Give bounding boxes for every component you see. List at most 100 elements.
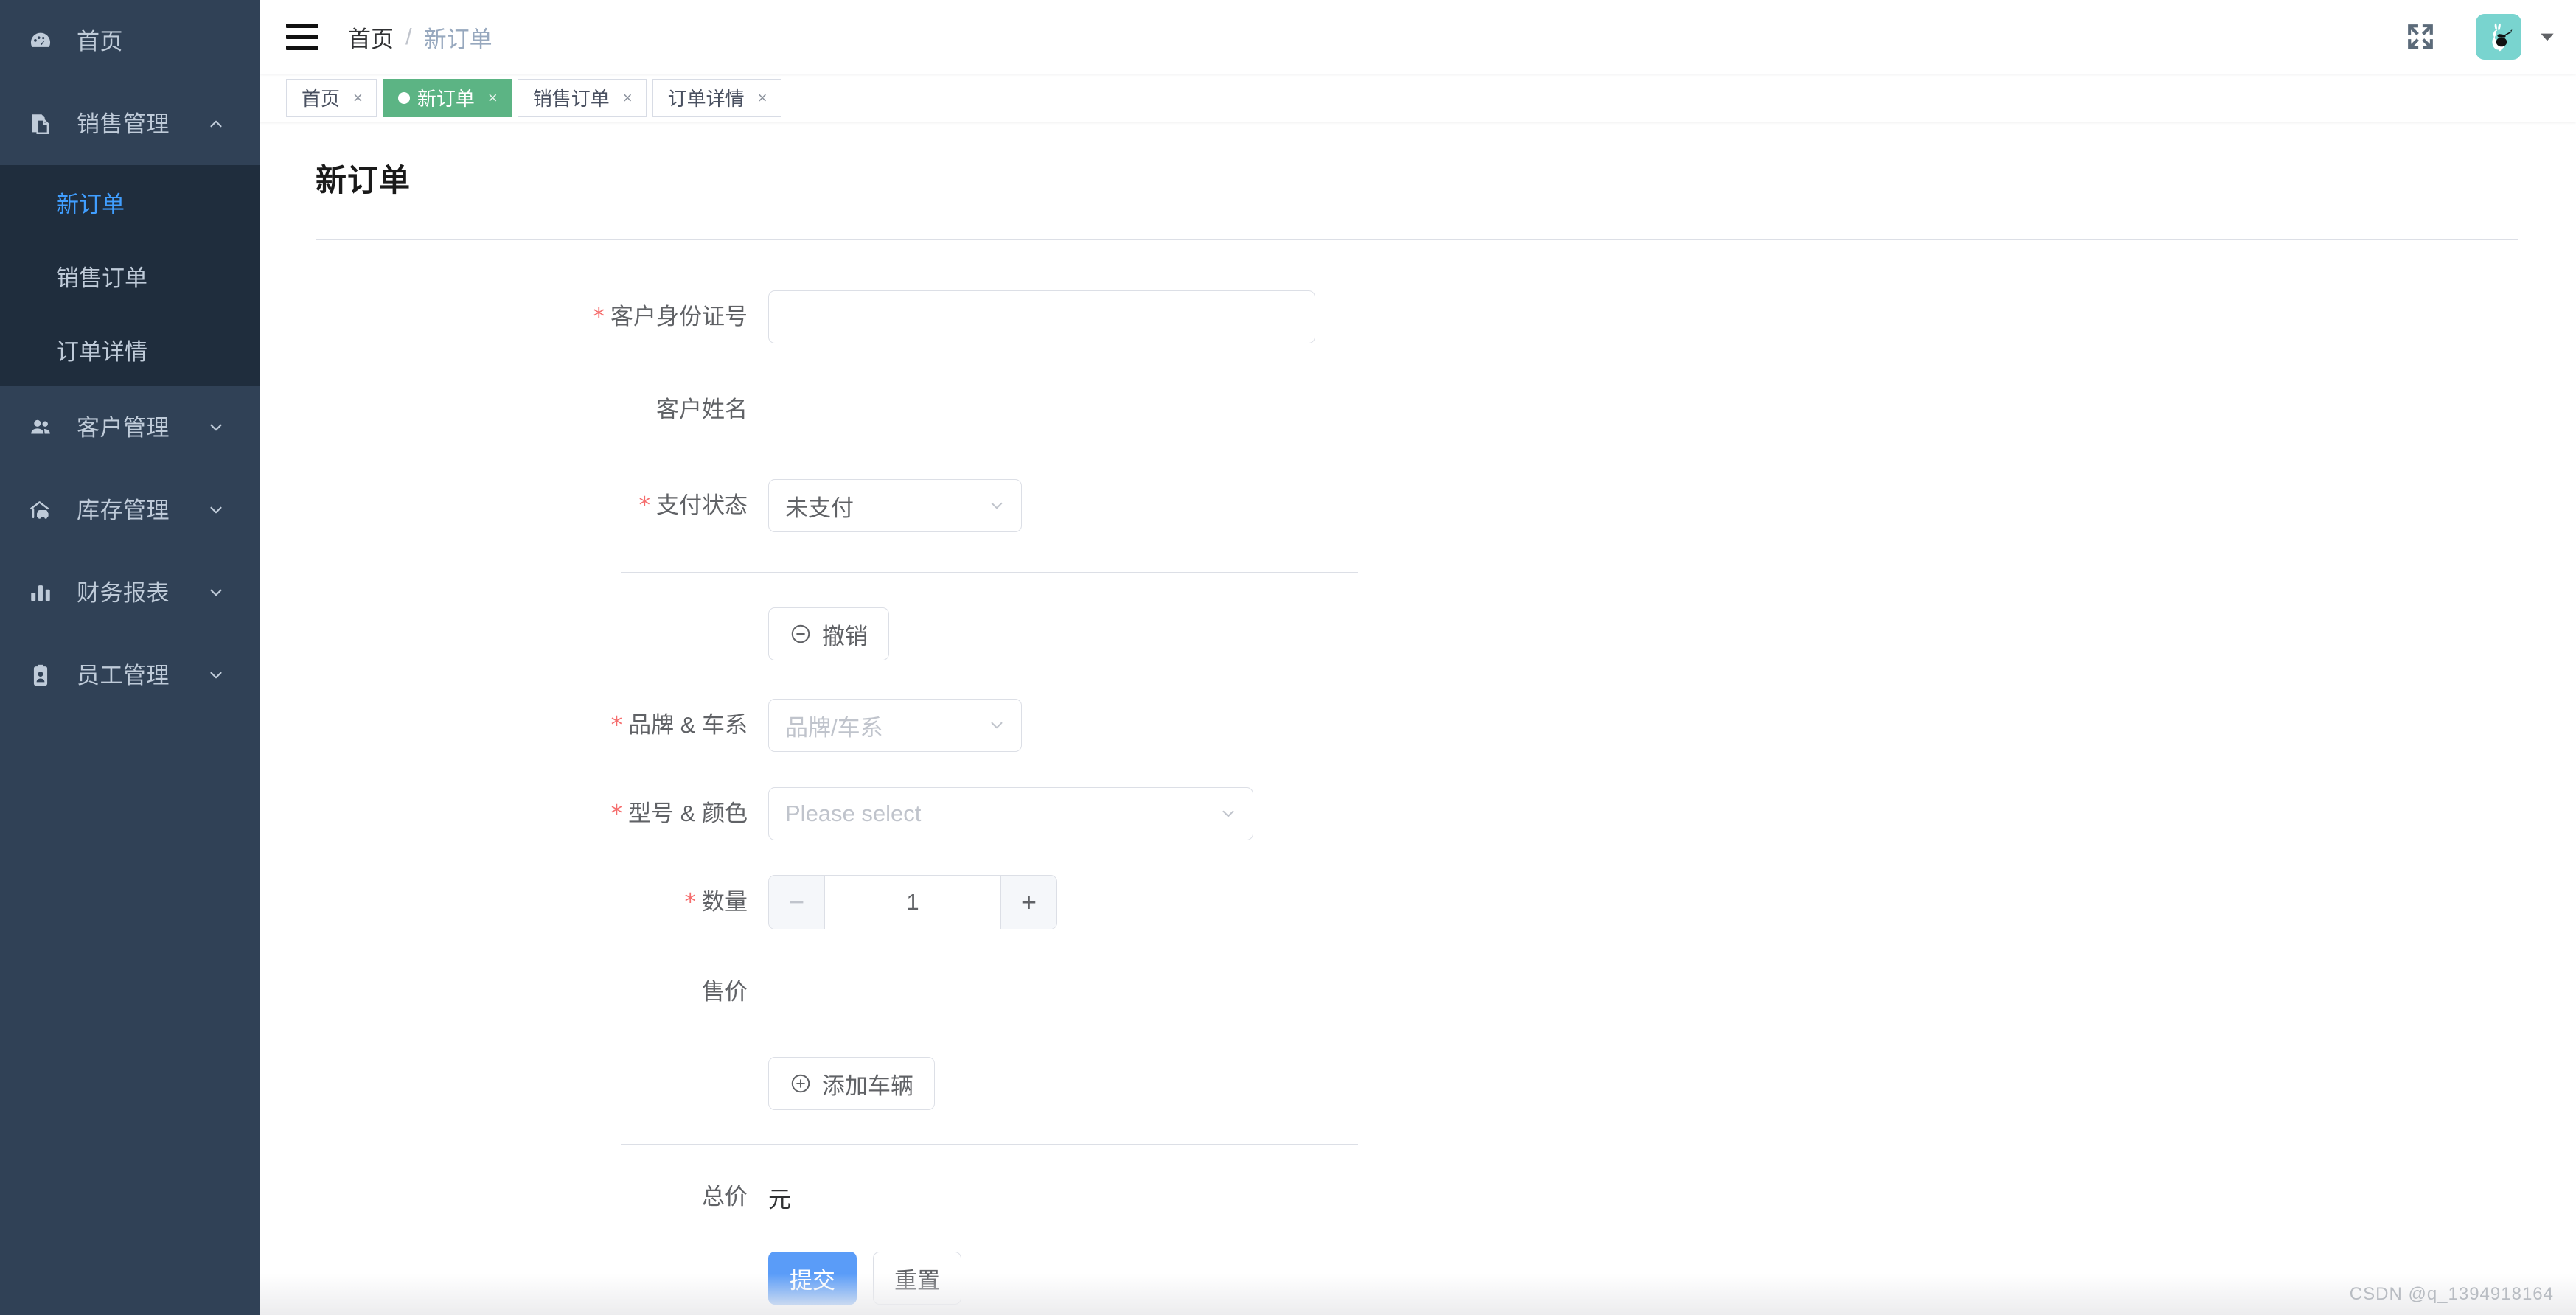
form-row-total: 总价 元 <box>260 1178 2576 1216</box>
form-row-quantity: 数量 − 1 + <box>260 874 2576 930</box>
sidebar-item-sales-management[interactable]: 销售管理 <box>0 83 260 165</box>
chevron-down-icon <box>1219 804 1238 823</box>
sidebar-item-label: 员工管理 <box>77 662 170 688</box>
chevron-down-icon <box>987 716 1006 735</box>
vehicle-section-divider-bottom <box>621 1144 1358 1145</box>
close-icon[interactable]: × <box>623 89 633 106</box>
form-row-pay-status: 支付状态 未支付 <box>260 478 2576 534</box>
new-order-form: 客户身份证号 客户姓名 支付状态 <box>260 240 2576 1306</box>
add-vehicle-button[interactable]: 添加车辆 <box>768 1057 935 1110</box>
top-navbar: 首页 / 新订单 <box>260 0 2576 74</box>
revoke-button[interactable]: 撤销 <box>768 607 889 660</box>
tab-label: 新订单 <box>417 88 475 110</box>
close-icon[interactable]: × <box>488 89 498 106</box>
form-label-price: 售价 <box>702 979 748 1005</box>
tab-order-details[interactable]: 订单详情 × <box>652 78 781 117</box>
hamburger-icon[interactable] <box>286 20 320 54</box>
quantity-stepper[interactable]: − 1 + <box>768 875 1057 929</box>
form-row-revoke: 撤销 <box>260 606 2576 662</box>
close-icon[interactable]: × <box>353 89 363 106</box>
tab-label: 销售订单 <box>532 88 610 110</box>
model-color-value: Please select <box>785 800 922 826</box>
form-label-quantity: 数量 <box>260 888 768 916</box>
chevron-up-icon <box>205 114 227 133</box>
tab-bar: 首页 × 新订单 × 销售订单 × 订单详情 × <box>260 74 2576 122</box>
chevron-down-icon <box>205 666 227 685</box>
sidebar-item-sales-orders[interactable]: 销售订单 <box>0 239 260 313</box>
sidebar-item-customer-management[interactable]: 客户管理 <box>0 386 260 469</box>
sidebar-submenu-sales: 新订单 销售订单 订单详情 <box>0 165 260 386</box>
sidebar-item-order-details[interactable]: 订单详情 <box>0 313 260 386</box>
sidebar-item-financial-reports[interactable]: 财务报表 <box>0 551 260 634</box>
close-icon[interactable]: × <box>758 89 767 106</box>
id-number-input[interactable] <box>768 290 1315 343</box>
sidebar: 首页 销售管理 新订单 销售订单 订单详情 客户管理 库存管理 财务报表 员工管… <box>0 0 260 1315</box>
garage-car-icon <box>24 498 58 523</box>
sidebar-item-label: 库存管理 <box>77 497 170 523</box>
id-badge-icon <box>24 663 58 688</box>
total-unit: 元 <box>768 1186 791 1213</box>
quantity-increment-button[interactable]: + <box>1000 876 1056 929</box>
content-area: 新订单 客户身份证号 客户姓名 <box>260 122 2576 1315</box>
document-copy-icon <box>24 111 58 136</box>
sidebar-item-inventory-management[interactable]: 库存管理 <box>0 469 260 551</box>
sidebar-item-home[interactable]: 首页 <box>0 0 260 83</box>
pay-status-select[interactable]: 未支付 <box>768 479 1022 532</box>
submit-button[interactable]: 提交 <box>768 1252 857 1305</box>
app-root: 首页 销售管理 新订单 销售订单 订单详情 客户管理 库存管理 财务报表 员工管… <box>0 0 2576 1315</box>
form-label-total: 总价 <box>702 1184 748 1210</box>
tab-label: 首页 <box>302 88 341 110</box>
sidebar-item-label: 首页 <box>77 28 123 55</box>
revoke-button-label: 撤销 <box>822 623 868 649</box>
form-row-brand-series: 品牌 & 车系 品牌/车系 <box>260 697 2576 753</box>
fullscreen-icon[interactable] <box>2398 14 2443 60</box>
brand-series-value: 品牌/车系 <box>785 714 883 741</box>
quantity-value[interactable]: 1 <box>825 876 1000 929</box>
form-label-pay-status: 支付状态 <box>260 492 768 520</box>
form-row-price: 售价 <box>260 964 2576 1020</box>
tab-label: 订单详情 <box>667 88 745 110</box>
bar-chart-icon <box>24 580 58 605</box>
users-icon <box>24 415 58 440</box>
sidebar-subitem-label: 订单详情 <box>56 338 147 365</box>
add-vehicle-button-label: 添加车辆 <box>822 1072 913 1099</box>
breadcrumb-separator: / <box>405 24 412 49</box>
rabbit-avatar-icon <box>2476 14 2521 60</box>
avatar[interactable] <box>2476 14 2521 60</box>
vehicle-section-divider-top <box>621 572 1358 573</box>
sidebar-group-sales: 销售管理 新订单 销售订单 订单详情 <box>0 83 260 386</box>
chevron-down-icon[interactable] <box>2538 27 2557 46</box>
reset-button[interactable]: 重置 <box>873 1252 961 1305</box>
tab-new-order[interactable]: 新订单 × <box>382 78 512 117</box>
quantity-decrement-button[interactable]: − <box>769 876 825 929</box>
form-row-customer-name: 客户姓名 <box>260 382 2576 438</box>
form-row-actions: 提交 重置 <box>260 1250 2576 1306</box>
sidebar-item-label: 客户管理 <box>77 414 170 441</box>
form-row-id-number: 客户身份证号 <box>260 289 2576 345</box>
form-label-id-number: 客户身份证号 <box>260 303 768 331</box>
model-color-select[interactable]: Please select <box>768 787 1253 840</box>
pay-status-value: 未支付 <box>785 495 854 521</box>
main-area: 首页 / 新订单 首页 × 新订单 × 销售订单 × 订单详情 × 新订单 * … <box>260 0 2576 1315</box>
form-label-customer-name: 客户姓名 <box>656 397 748 423</box>
sidebar-item-new-order[interactable]: 新订单 <box>0 165 260 239</box>
sidebar-item-label: 销售管理 <box>77 111 170 137</box>
sidebar-item-employee-management[interactable]: 员工管理 <box>0 634 260 716</box>
dashboard-icon <box>24 29 58 54</box>
minus-circle-icon <box>790 623 812 645</box>
sidebar-subitem-label: 新订单 <box>56 191 125 217</box>
watermark: CSDN @q_1394918164 <box>2349 1284 2554 1304</box>
tab-sales-orders[interactable]: 销售订单 × <box>517 78 647 117</box>
breadcrumb: 首页 / 新订单 <box>348 21 492 54</box>
user-menu[interactable] <box>2476 14 2557 60</box>
breadcrumb-item-current: 新订单 <box>423 26 492 52</box>
breadcrumb-item-home[interactable]: 首页 <box>348 21 394 54</box>
chevron-down-icon <box>205 500 227 520</box>
brand-series-select[interactable]: 品牌/车系 <box>768 699 1022 752</box>
chevron-down-icon <box>205 583 227 602</box>
navbar-right <box>2398 0 2576 74</box>
chevron-down-icon <box>987 496 1006 515</box>
form-row-model-color: 型号 & 颜色 Please select <box>260 786 2576 842</box>
form-label-model-color: 型号 & 颜色 <box>260 800 768 828</box>
tab-home[interactable]: 首页 × <box>286 78 377 117</box>
